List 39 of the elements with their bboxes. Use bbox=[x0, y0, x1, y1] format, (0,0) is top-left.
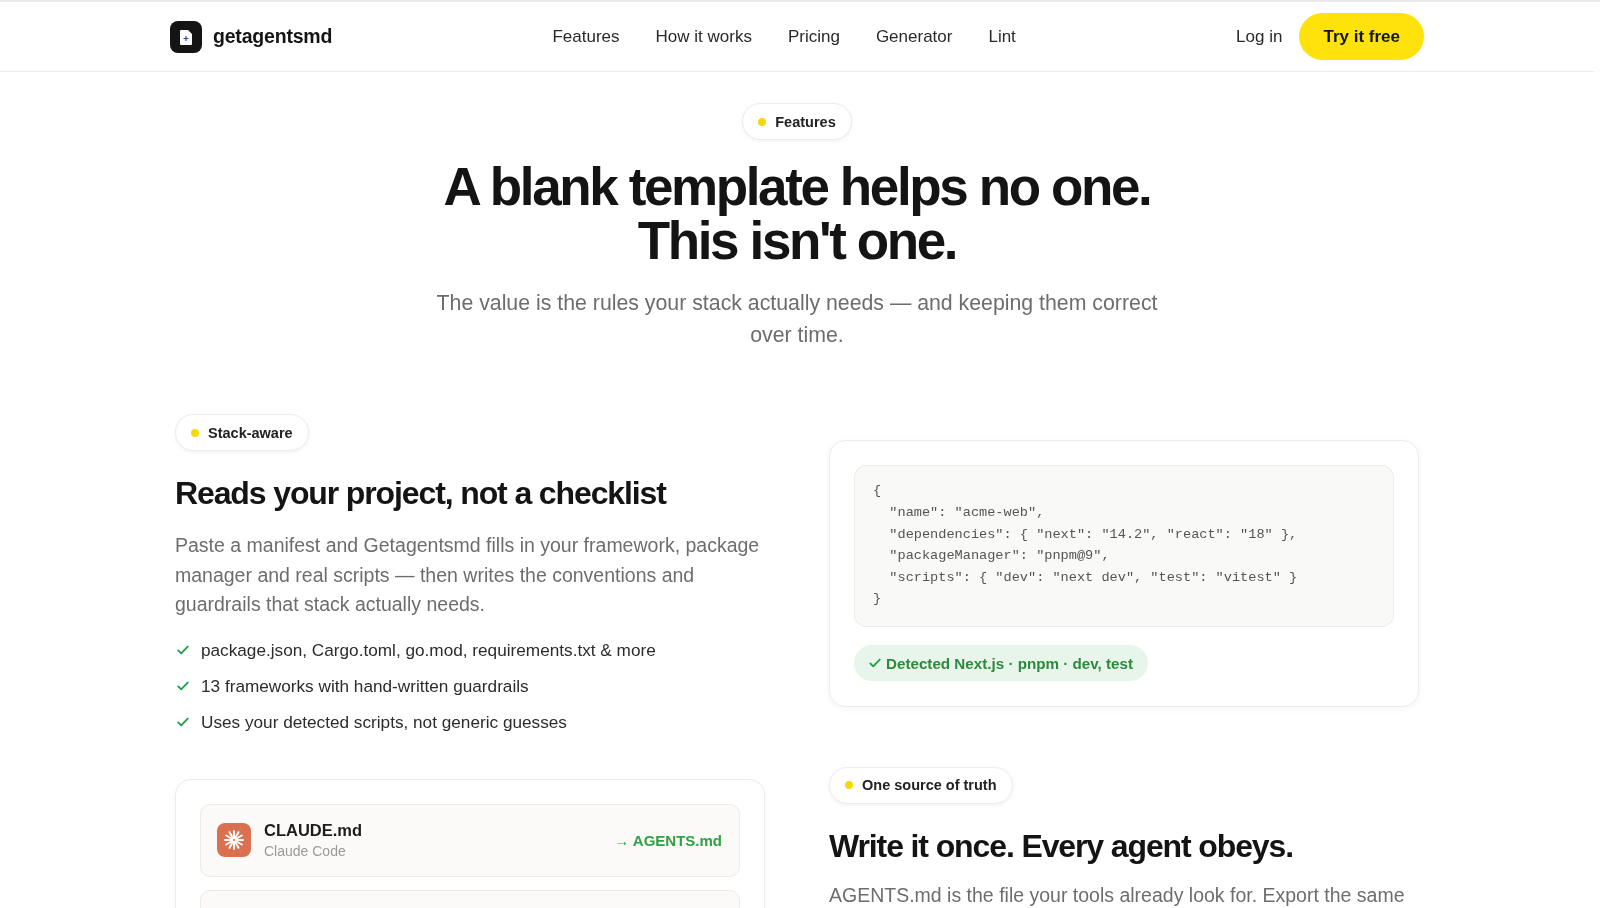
tool-name: Claude Code bbox=[264, 843, 347, 859]
nav-link[interactable]: Pricing bbox=[787, 26, 840, 47]
check-icon bbox=[177, 715, 189, 728]
feature-heading: Reads your project, not a checklist bbox=[175, 474, 668, 513]
bullet-text: package.json, Cargo.toml, go.mod, requirements.txt & more bbox=[201, 638, 656, 662]
brand-name[interactable]: getagentsmd bbox=[213, 25, 333, 48]
code-line: { bbox=[873, 482, 883, 501]
login-link[interactable]: Log in bbox=[1236, 26, 1283, 47]
bullet-text: 13 frameworks with hand-written guardrails bbox=[201, 674, 529, 698]
feature-heading: Write it once. Every agent obeys. bbox=[829, 826, 1294, 866]
nav-link[interactable]: Features bbox=[552, 26, 620, 47]
nav-link[interactable]: Lint bbox=[988, 26, 1016, 47]
code-line: "name": "acme-web", bbox=[888, 504, 1046, 523]
check-icon bbox=[177, 643, 189, 656]
badge-label: Stack-aware bbox=[208, 424, 293, 441]
target-file: → AGENTS.md bbox=[614, 831, 722, 849]
detected-text: Detected Next.js · pnpm · dev, test bbox=[886, 654, 1133, 672]
logo-icon bbox=[170, 20, 202, 53]
hero-heading: A blank template helps no one. This isn't one. bbox=[442, 160, 1152, 268]
nav-link[interactable]: Generator bbox=[875, 26, 953, 47]
check-icon bbox=[869, 657, 881, 670]
badge-label: One source of truth bbox=[862, 777, 997, 793]
nav-link[interactable]: How it works bbox=[655, 26, 752, 47]
code-line: "scripts": { "dev": "next dev", "test": "vitest" } bbox=[888, 568, 1299, 587]
try-free-button[interactable]: Try it free bbox=[1299, 13, 1424, 60]
code-line: } bbox=[873, 590, 883, 609]
dot-icon bbox=[758, 117, 767, 126]
feature-description: AGENTS.md is the file your tools already look for. Export the same bbox=[829, 882, 1406, 908]
file-name: CLAUDE.md bbox=[264, 821, 364, 840]
code-line: "dependencies": { "next": "14.2", "react": "18" }, bbox=[888, 525, 1299, 544]
code-line: "packageManager": "pnpm@9", bbox=[888, 547, 1111, 566]
bullet-text: Uses your detected scripts, not generic guesses bbox=[201, 710, 567, 734]
starburst-icon bbox=[217, 823, 251, 857]
badge-label: Features bbox=[775, 113, 836, 130]
check-icon bbox=[177, 679, 189, 692]
feature-description: Paste a manifest and Getagentsmd fills in your framework, package manager and real scripts — then writes the conventions and guardrails that stack actually needs. bbox=[175, 533, 761, 617]
hero-subtitle: The value is the rules your stack actually needs — and keeping them correct over time. bbox=[435, 290, 1159, 349]
dot-icon bbox=[191, 428, 199, 437]
dot-icon bbox=[845, 781, 853, 789]
